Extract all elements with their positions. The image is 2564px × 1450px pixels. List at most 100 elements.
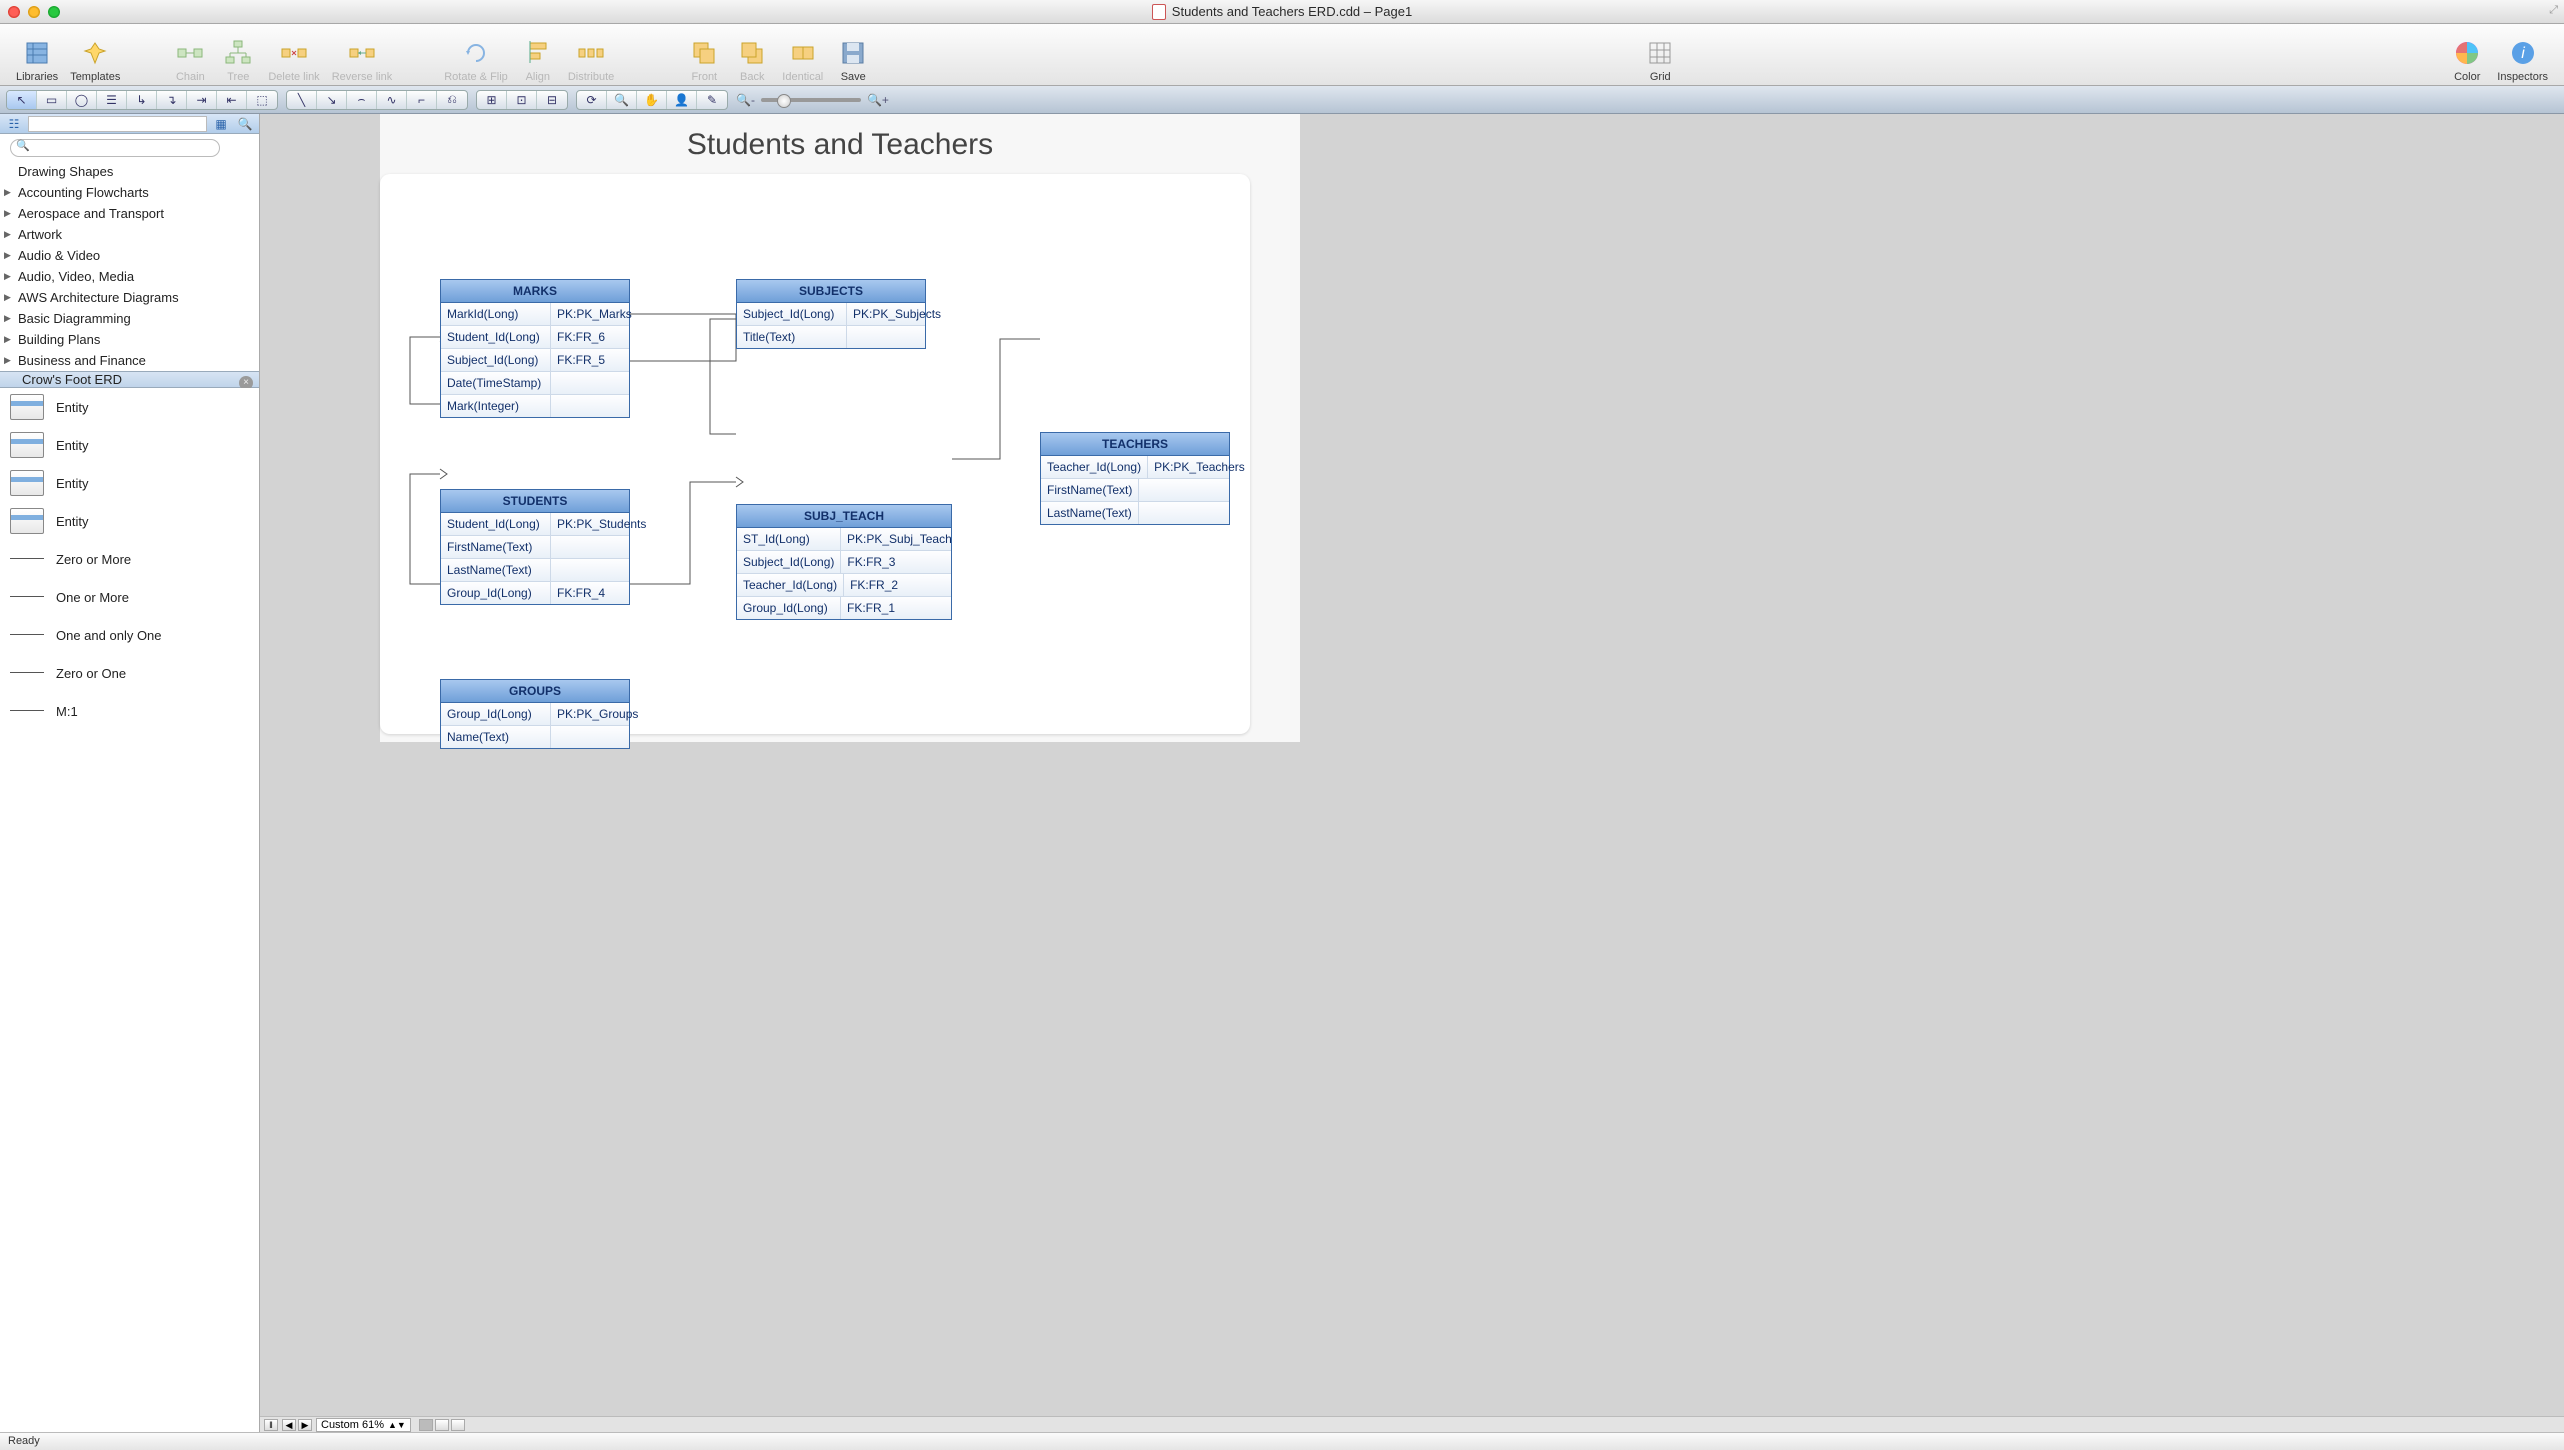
library-search-input[interactable] <box>10 139 220 157</box>
connector-tool-5[interactable]: ⬚ <box>247 91 277 109</box>
page-tab[interactable] <box>451 1419 465 1431</box>
tree-button[interactable]: Tree <box>214 37 262 83</box>
ellipse-tool[interactable]: ◯ <box>67 91 97 109</box>
shape-item[interactable]: Entity <box>0 426 259 464</box>
entity-students[interactable]: STUDENTS Student_Id(Long)PK:PK_Students … <box>440 489 630 605</box>
connector-tool-4[interactable]: ⇤ <box>217 91 247 109</box>
category-item[interactable]: Audio, Video, Media <box>0 266 259 287</box>
line-tool-1[interactable]: ╲ <box>287 91 317 109</box>
category-item[interactable]: Basic Diagramming <box>0 308 259 329</box>
shape-item[interactable]: Entity <box>0 464 259 502</box>
align-button[interactable]: Align <box>514 37 562 83</box>
zoom-slider[interactable] <box>761 98 861 102</box>
shape-item[interactable]: One and only One <box>0 616 259 654</box>
back-button[interactable]: Back <box>728 37 776 83</box>
pointer-tool[interactable]: ↖ <box>7 91 37 109</box>
front-button[interactable]: Front <box>680 37 728 83</box>
category-item[interactable]: Building Plans <box>0 329 259 350</box>
connector-tool-3[interactable]: ⇥ <box>187 91 217 109</box>
refresh-tool[interactable]: ⟳ <box>577 91 607 109</box>
identical-button[interactable]: Identical <box>776 37 829 83</box>
entity-shape-icon <box>10 432 44 458</box>
close-category-icon[interactable]: × <box>239 376 253 388</box>
search-toggle-icon[interactable]: 🔍 <box>235 117 255 131</box>
color-button[interactable]: Color <box>2443 37 2491 83</box>
diagram-page[interactable]: MARKS MarkId(Long)PK:PK_Marks Student_Id… <box>380 174 1250 734</box>
snap-tool-2[interactable]: ⊡ <box>507 91 537 109</box>
category-item[interactable]: AWS Architecture Diagrams <box>0 287 259 308</box>
category-item[interactable]: Aerospace and Transport <box>0 203 259 224</box>
identical-icon <box>789 39 817 67</box>
reverse-link-button[interactable]: Reverse link <box>326 37 399 83</box>
shape-item[interactable]: One or More <box>0 578 259 616</box>
shape-item[interactable]: Zero or One <box>0 654 259 692</box>
pause-icon[interactable]: ‖ <box>264 1419 278 1431</box>
entity-subjects[interactable]: SUBJECTS Subject_Id(Long)PK:PK_Subjects … <box>736 279 926 349</box>
page-tab[interactable] <box>419 1419 433 1431</box>
next-page-button[interactable]: ▶ <box>298 1419 312 1431</box>
page-tab[interactable] <box>435 1419 449 1431</box>
category-crows-foot-erd[interactable]: Crow's Foot ERD × <box>0 371 259 388</box>
zoom-dropdown[interactable]: Custom 61%▲▼ <box>316 1418 411 1432</box>
connector-shape-icon <box>10 584 44 610</box>
canvas-area[interactable]: Students and Teachers <box>260 114 2564 1432</box>
zoom-in-icon[interactable]: 🔍+ <box>867 93 889 107</box>
shape-item[interactable]: Zero or More <box>0 540 259 578</box>
grid-view-icon[interactable]: ▦ <box>211 117 231 131</box>
shape-item[interactable]: Entity <box>0 388 259 426</box>
entity-teachers[interactable]: TEACHERS Teacher_Id(Long)PK:PK_Teachers … <box>1040 432 1230 525</box>
main-toolbar: Libraries Templates Chain Tree Delete li… <box>0 24 2564 86</box>
category-item[interactable]: Business and Finance <box>0 350 259 371</box>
text-tool[interactable]: ☰ <box>97 91 127 109</box>
category-item[interactable]: Accounting Flowcharts <box>0 182 259 203</box>
line-tool-2[interactable]: ↘ <box>317 91 347 109</box>
diagram-title: Students and Teachers <box>380 128 1300 162</box>
category-item[interactable]: Audio & Video <box>0 245 259 266</box>
grid-button[interactable]: Grid <box>1636 37 1684 83</box>
snap-tool-1[interactable]: ⊞ <box>477 91 507 109</box>
shape-item[interactable]: M:1 <box>0 692 259 730</box>
crop-tool[interactable]: 👤 <box>667 91 697 109</box>
polyline-tool[interactable]: ⌐ <box>407 91 437 109</box>
entity-groups[interactable]: GROUPS Group_Id(Long)PK:PK_Groups Name(T… <box>440 679 630 749</box>
zoom-out-icon[interactable]: 🔍- <box>736 93 755 107</box>
distribute-icon <box>577 39 605 67</box>
category-drawing-shapes[interactable]: Drawing Shapes <box>0 161 259 182</box>
category-item[interactable]: Artwork <box>0 224 259 245</box>
inspectors-icon: i <box>2509 39 2537 67</box>
snap-tool-group: ⊞ ⊡ ⊟ <box>476 90 568 110</box>
libraries-button[interactable]: Libraries <box>10 37 64 83</box>
connector-tool-2[interactable]: ↴ <box>157 91 187 109</box>
arc-tool[interactable]: ⌢ <box>347 91 377 109</box>
grid-icon <box>1646 39 1674 67</box>
sidebar-filter-input[interactable] <box>28 116 207 132</box>
snap-tool-3[interactable]: ⊟ <box>537 91 567 109</box>
rotate-flip-button[interactable]: Rotate & Flip <box>438 37 514 83</box>
entity-marks[interactable]: MARKS MarkId(Long)PK:PK_Marks Student_Id… <box>440 279 630 418</box>
expand-icon[interactable]: ⤢ <box>2549 4 2558 17</box>
connector-shape-icon <box>10 660 44 686</box>
connector-tool-1[interactable]: ↳ <box>127 91 157 109</box>
curve-tool[interactable]: ∿ <box>377 91 407 109</box>
save-button[interactable]: Save <box>829 37 877 83</box>
status-text: Ready <box>8 1435 40 1447</box>
canvas[interactable]: Students and Teachers <box>380 114 1300 742</box>
distribute-button[interactable]: Distribute <box>562 37 620 83</box>
shape-item[interactable]: Entity <box>0 502 259 540</box>
library-toggle-icon[interactable]: ☷ <box>4 117 24 131</box>
hand-tool[interactable]: ✋ <box>637 91 667 109</box>
prev-page-button[interactable]: ◀ <box>282 1419 296 1431</box>
magnify-tool[interactable]: 🔍 <box>607 91 637 109</box>
chain-button[interactable]: Chain <box>166 37 214 83</box>
inspectors-button[interactable]: iInspectors <box>2491 37 2554 83</box>
templates-icon <box>81 39 109 67</box>
rect-tool[interactable]: ▭ <box>37 91 67 109</box>
templates-button[interactable]: Templates <box>64 37 126 83</box>
delete-link-button[interactable]: Delete link <box>262 37 325 83</box>
titlebar: Students and Teachers ERD.cdd – Page1 ⤢ <box>0 0 2564 24</box>
bezier-tool[interactable]: ⎌ <box>437 91 467 109</box>
connector-shape-icon <box>10 698 44 724</box>
document-icon <box>1152 4 1166 20</box>
eyedropper-tool[interactable]: ✎ <box>697 91 727 109</box>
entity-subj-teach[interactable]: SUBJ_TEACH ST_Id(Long)PK:PK_Subj_Teach S… <box>736 504 952 620</box>
